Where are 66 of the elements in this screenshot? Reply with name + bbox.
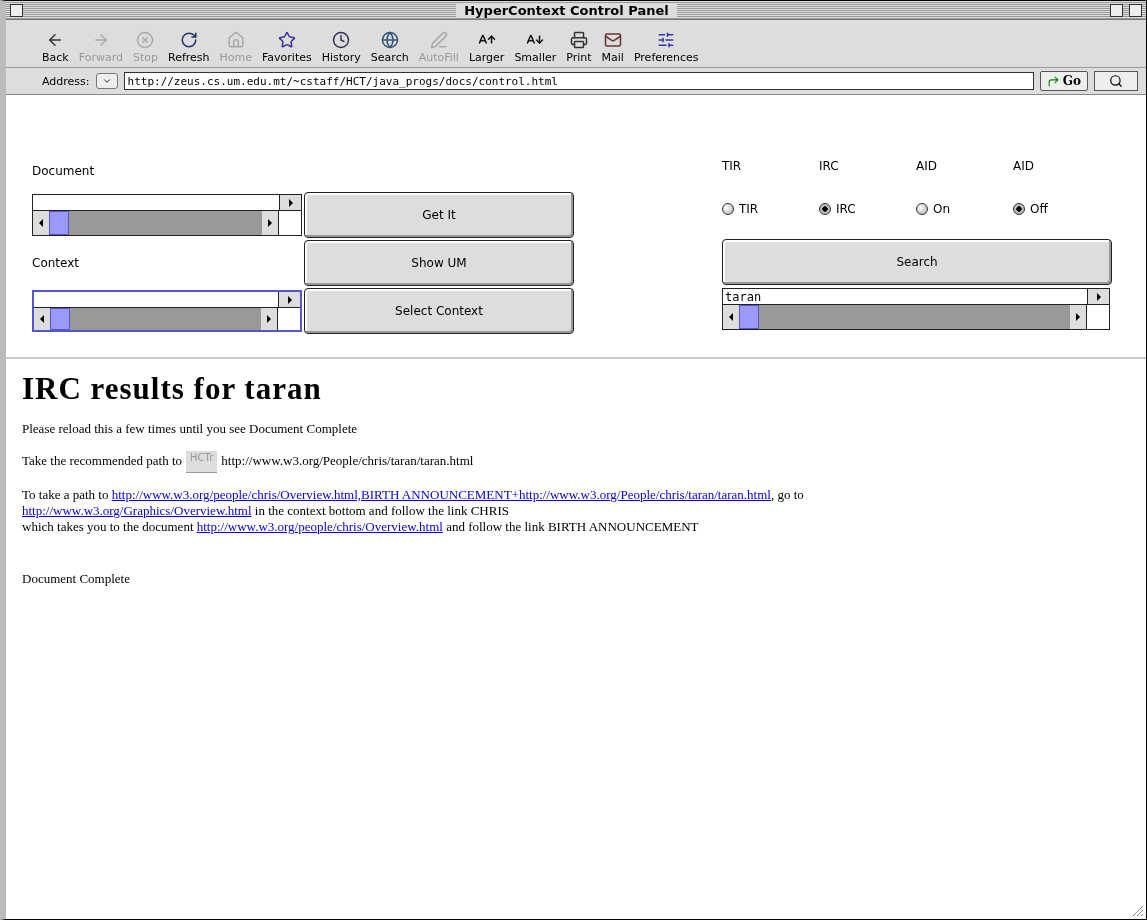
paragraph: Take the recommended path to HCTr http://www.w3.org/People/chris/taran/taran.html: [22, 451, 1130, 473]
radio-option[interactable]: TIR: [722, 202, 819, 216]
link[interactable]: http://www.w3.org/Graphics/Overview.html: [22, 503, 252, 518]
scroll-bar[interactable]: [723, 305, 1087, 329]
radio-button[interactable]: [722, 203, 734, 215]
address-label: Address:: [42, 74, 90, 88]
select-button[interactable]: Select Context: [304, 288, 574, 334]
history-dropdown[interactable]: [95, 73, 118, 89]
search-icon: [1109, 74, 1123, 88]
toolbar-button[interactable]: Back: [42, 31, 69, 64]
sliders-icon: [657, 31, 676, 49]
right-arrow-icon[interactable]: [287, 198, 294, 207]
field-value: taran: [725, 290, 762, 304]
pen-icon: [429, 31, 448, 49]
zoom-box[interactable]: [1110, 3, 1123, 17]
text-field[interactable]: taran: [722, 288, 1110, 330]
scroll-bar[interactable]: [34, 308, 278, 330]
collapse-box[interactable]: [1129, 3, 1142, 17]
toolbar-button[interactable]: Larger: [468, 31, 505, 64]
radio-option[interactable]: On: [916, 202, 1013, 216]
clock-icon: [332, 31, 351, 49]
address-field[interactable]: http://zeus.cs.um.edu.mt/~cstaff/HCT/java_progs/docs/control.html: [123, 72, 1034, 90]
link[interactable]: http://www.w3.org/people/chris/Overview.html: [196, 519, 443, 534]
paragraph: Please reload this a few times until you see Document Complete: [22, 421, 359, 437]
toolbar-button[interactable]: Smaller: [514, 31, 557, 64]
radio-button[interactable]: [916, 203, 928, 215]
radio-button[interactable]: [819, 203, 831, 215]
get-button[interactable]: Get It: [304, 192, 574, 238]
column-heading: AID: [916, 159, 938, 173]
close-box[interactable]: [10, 3, 23, 17]
page-heading: IRC results for taran: [22, 371, 323, 407]
toolbar-button[interactable]: Mail: [601, 31, 624, 64]
toolbar-button[interactable]: Favorites: [262, 31, 312, 64]
right-arrow-icon[interactable]: [286, 295, 293, 304]
window-title: HyperContext Control Panel: [456, 2, 677, 18]
scroll-bar[interactable]: [33, 211, 279, 235]
radio-button[interactable]: [1013, 203, 1025, 215]
mail-icon: [603, 31, 622, 49]
toolbar-button[interactable]: Preferences: [633, 31, 699, 64]
text-field[interactable]: [32, 194, 302, 236]
toolbar-button[interactable]: History: [321, 31, 361, 64]
go-button[interactable]: Go: [1039, 71, 1088, 91]
toolbar-button[interactable]: Print: [566, 31, 592, 64]
search-button[interactable]: Search: [722, 239, 1112, 285]
paragraph: To take a path to http://www.w3.org/people/chris/Overview.html,BIRTH ANNOUNCEMENT+http://www.w3.org/People/chris/taran/taran.html, go to http://www.w3.org/Graphics/Overview.html in the context bottom and follow the link CHRIS which takes you to the document http://www.w3.org/people/chris/Overview.html and follow the link BIRTH ANNOUNCEMENT: [22, 487, 805, 535]
toolbar-button[interactable]: Search: [370, 31, 409, 64]
text-field[interactable]: [32, 290, 302, 332]
house-icon: [226, 31, 245, 49]
link[interactable]: http://www.w3.org/people/chris/Overview.html,BIRTH ANNOUNCEMENT+http://www.w3.org/People/chris/taran/taran.html: [111, 487, 771, 502]
field-label: Context: [32, 256, 80, 270]
status-text: Document Complete: [22, 571, 131, 587]
right-arrow-icon[interactable]: [1095, 292, 1102, 301]
show-button[interactable]: Show UM: [304, 240, 574, 286]
refresh-icon: [179, 31, 198, 49]
radio-option[interactable]: Off: [1013, 202, 1110, 216]
field-label: Document: [32, 164, 96, 178]
toolbar-button[interactable]: Refresh: [168, 31, 210, 64]
column-heading: AID: [1013, 159, 1035, 173]
search-tool-button[interactable]: [1094, 71, 1138, 91]
column-heading: TIR: [722, 159, 743, 173]
resize-grip-icon[interactable]: [1130, 903, 1144, 917]
caret-icon: [101, 76, 112, 86]
printer-icon: [569, 31, 588, 49]
column-heading: IRC: [819, 159, 840, 173]
radio-option[interactable]: IRC: [819, 202, 916, 216]
stop-icon: [136, 31, 155, 49]
